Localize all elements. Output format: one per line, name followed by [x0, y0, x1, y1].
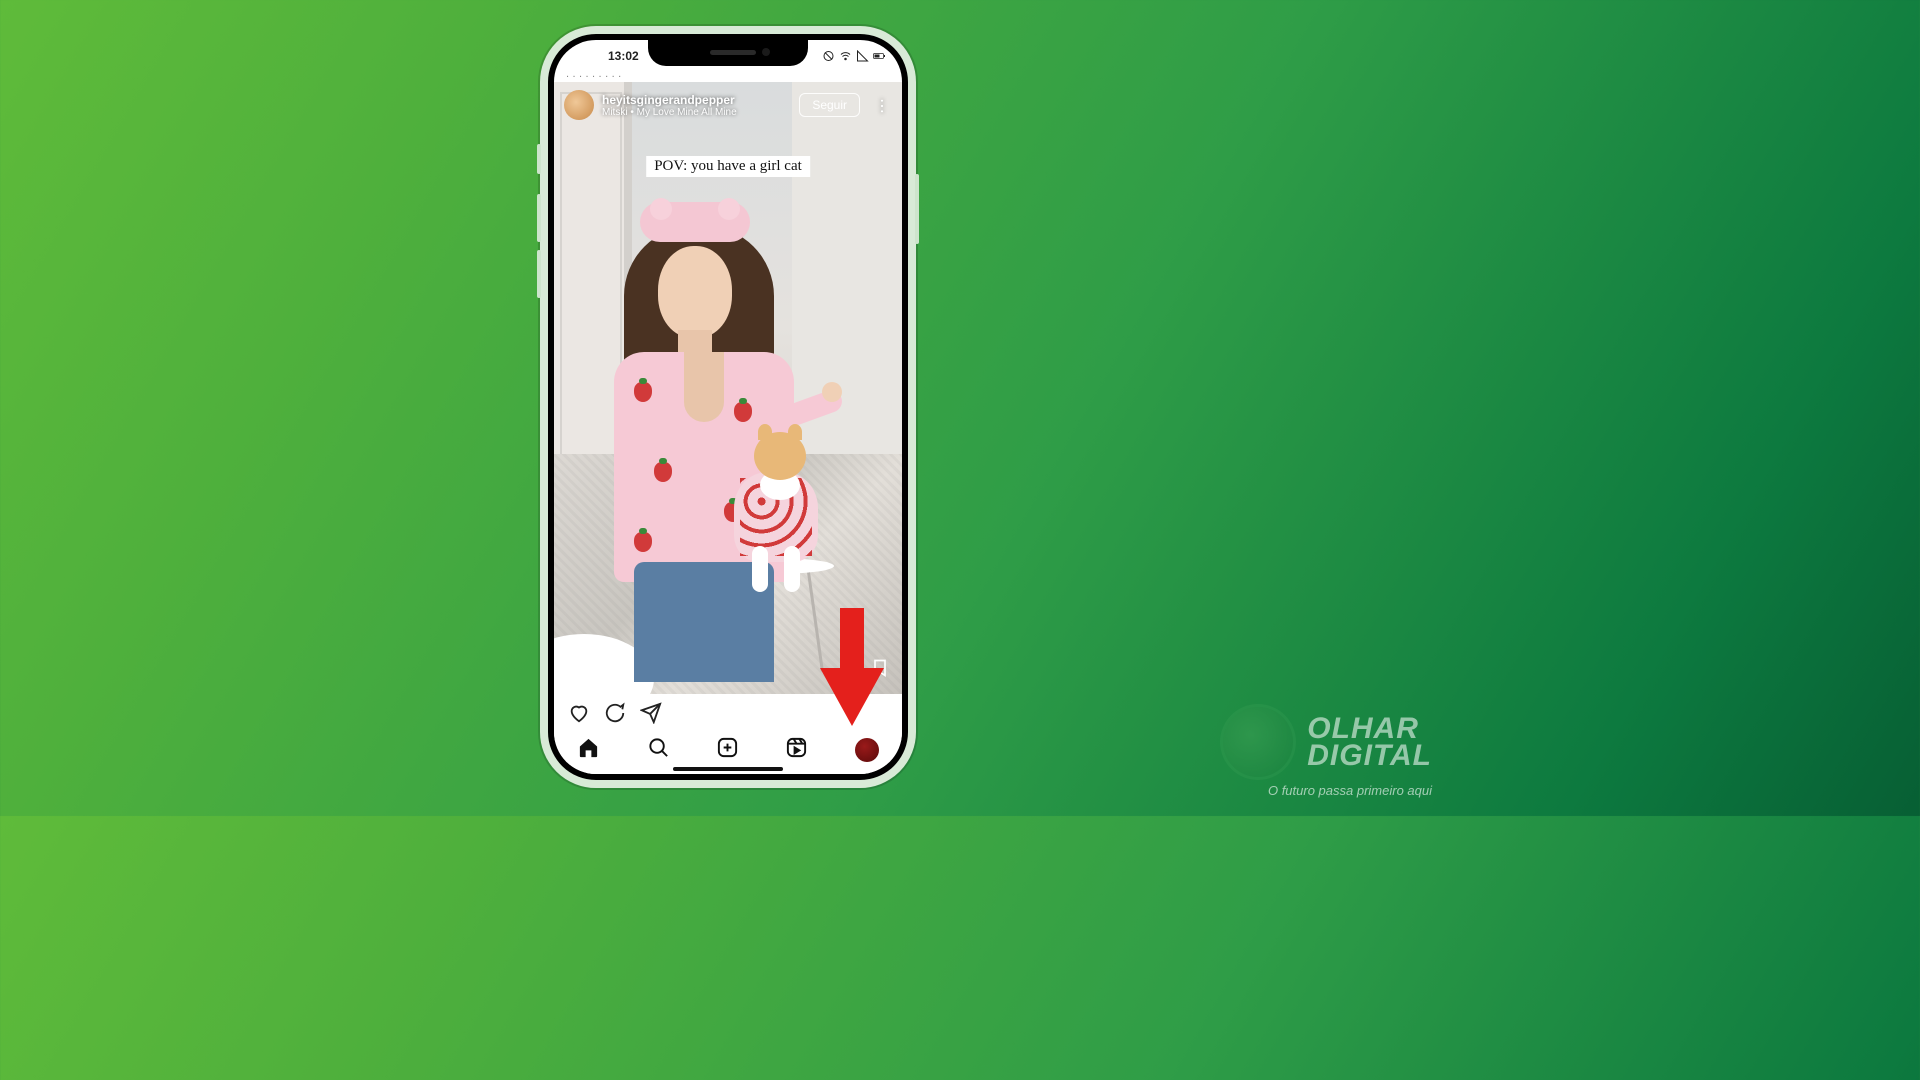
create-tab[interactable]	[716, 736, 739, 764]
phone-frame: 13:02 . . . . . . . . .	[540, 26, 916, 788]
brand-globe-icon	[1223, 707, 1293, 777]
like-icon[interactable]	[568, 702, 590, 729]
battery-icon	[873, 50, 886, 62]
volume-up	[537, 194, 541, 242]
brand-wordmark: OLHAR DIGITAL	[1307, 715, 1432, 769]
home-indicator	[673, 767, 783, 771]
wifi-icon	[839, 50, 852, 62]
dnd-icon	[822, 50, 835, 62]
notch	[648, 40, 808, 66]
brand-watermark: OLHAR DIGITAL O futuro passa primeiro aq…	[1223, 707, 1432, 798]
truncated-text: . . . . . . . . .	[566, 68, 621, 80]
volume-down	[537, 250, 541, 298]
reels-tab[interactable]	[785, 736, 808, 764]
more-options-icon[interactable]: ⋯	[873, 94, 889, 116]
bottom-nav	[554, 726, 902, 774]
author-avatar[interactable]	[564, 90, 594, 120]
video-caption: POV: you have a girl cat	[646, 156, 810, 177]
home-tab[interactable]	[577, 736, 600, 764]
bookmark-icon[interactable]	[870, 657, 890, 684]
signal-icon	[856, 50, 869, 62]
mute-switch	[537, 144, 541, 174]
status-icons	[822, 50, 886, 62]
audio-track: Mitski • My Love Mine All Mine	[602, 107, 737, 118]
author-username: heyitsgingerandpepper	[602, 93, 737, 107]
profile-tab[interactable]	[855, 738, 879, 762]
power-button	[915, 174, 919, 244]
author-info[interactable]: heyitsgingerandpepper Mitski • My Love M…	[602, 93, 737, 118]
share-icon[interactable]	[640, 702, 662, 729]
phone-screen: 13:02 . . . . . . . . .	[554, 40, 902, 774]
status-time: 13:02	[608, 49, 639, 63]
brand-tagline: O futuro passa primeiro aqui	[1223, 783, 1432, 798]
search-tab[interactable]	[647, 736, 670, 764]
reel-header: heyitsgingerandpepper Mitski • My Love M…	[564, 90, 892, 120]
reel-video[interactable]: heyitsgingerandpepper Mitski • My Love M…	[554, 82, 902, 694]
comment-icon[interactable]	[604, 702, 626, 729]
follow-button[interactable]: Seguir	[799, 93, 860, 117]
